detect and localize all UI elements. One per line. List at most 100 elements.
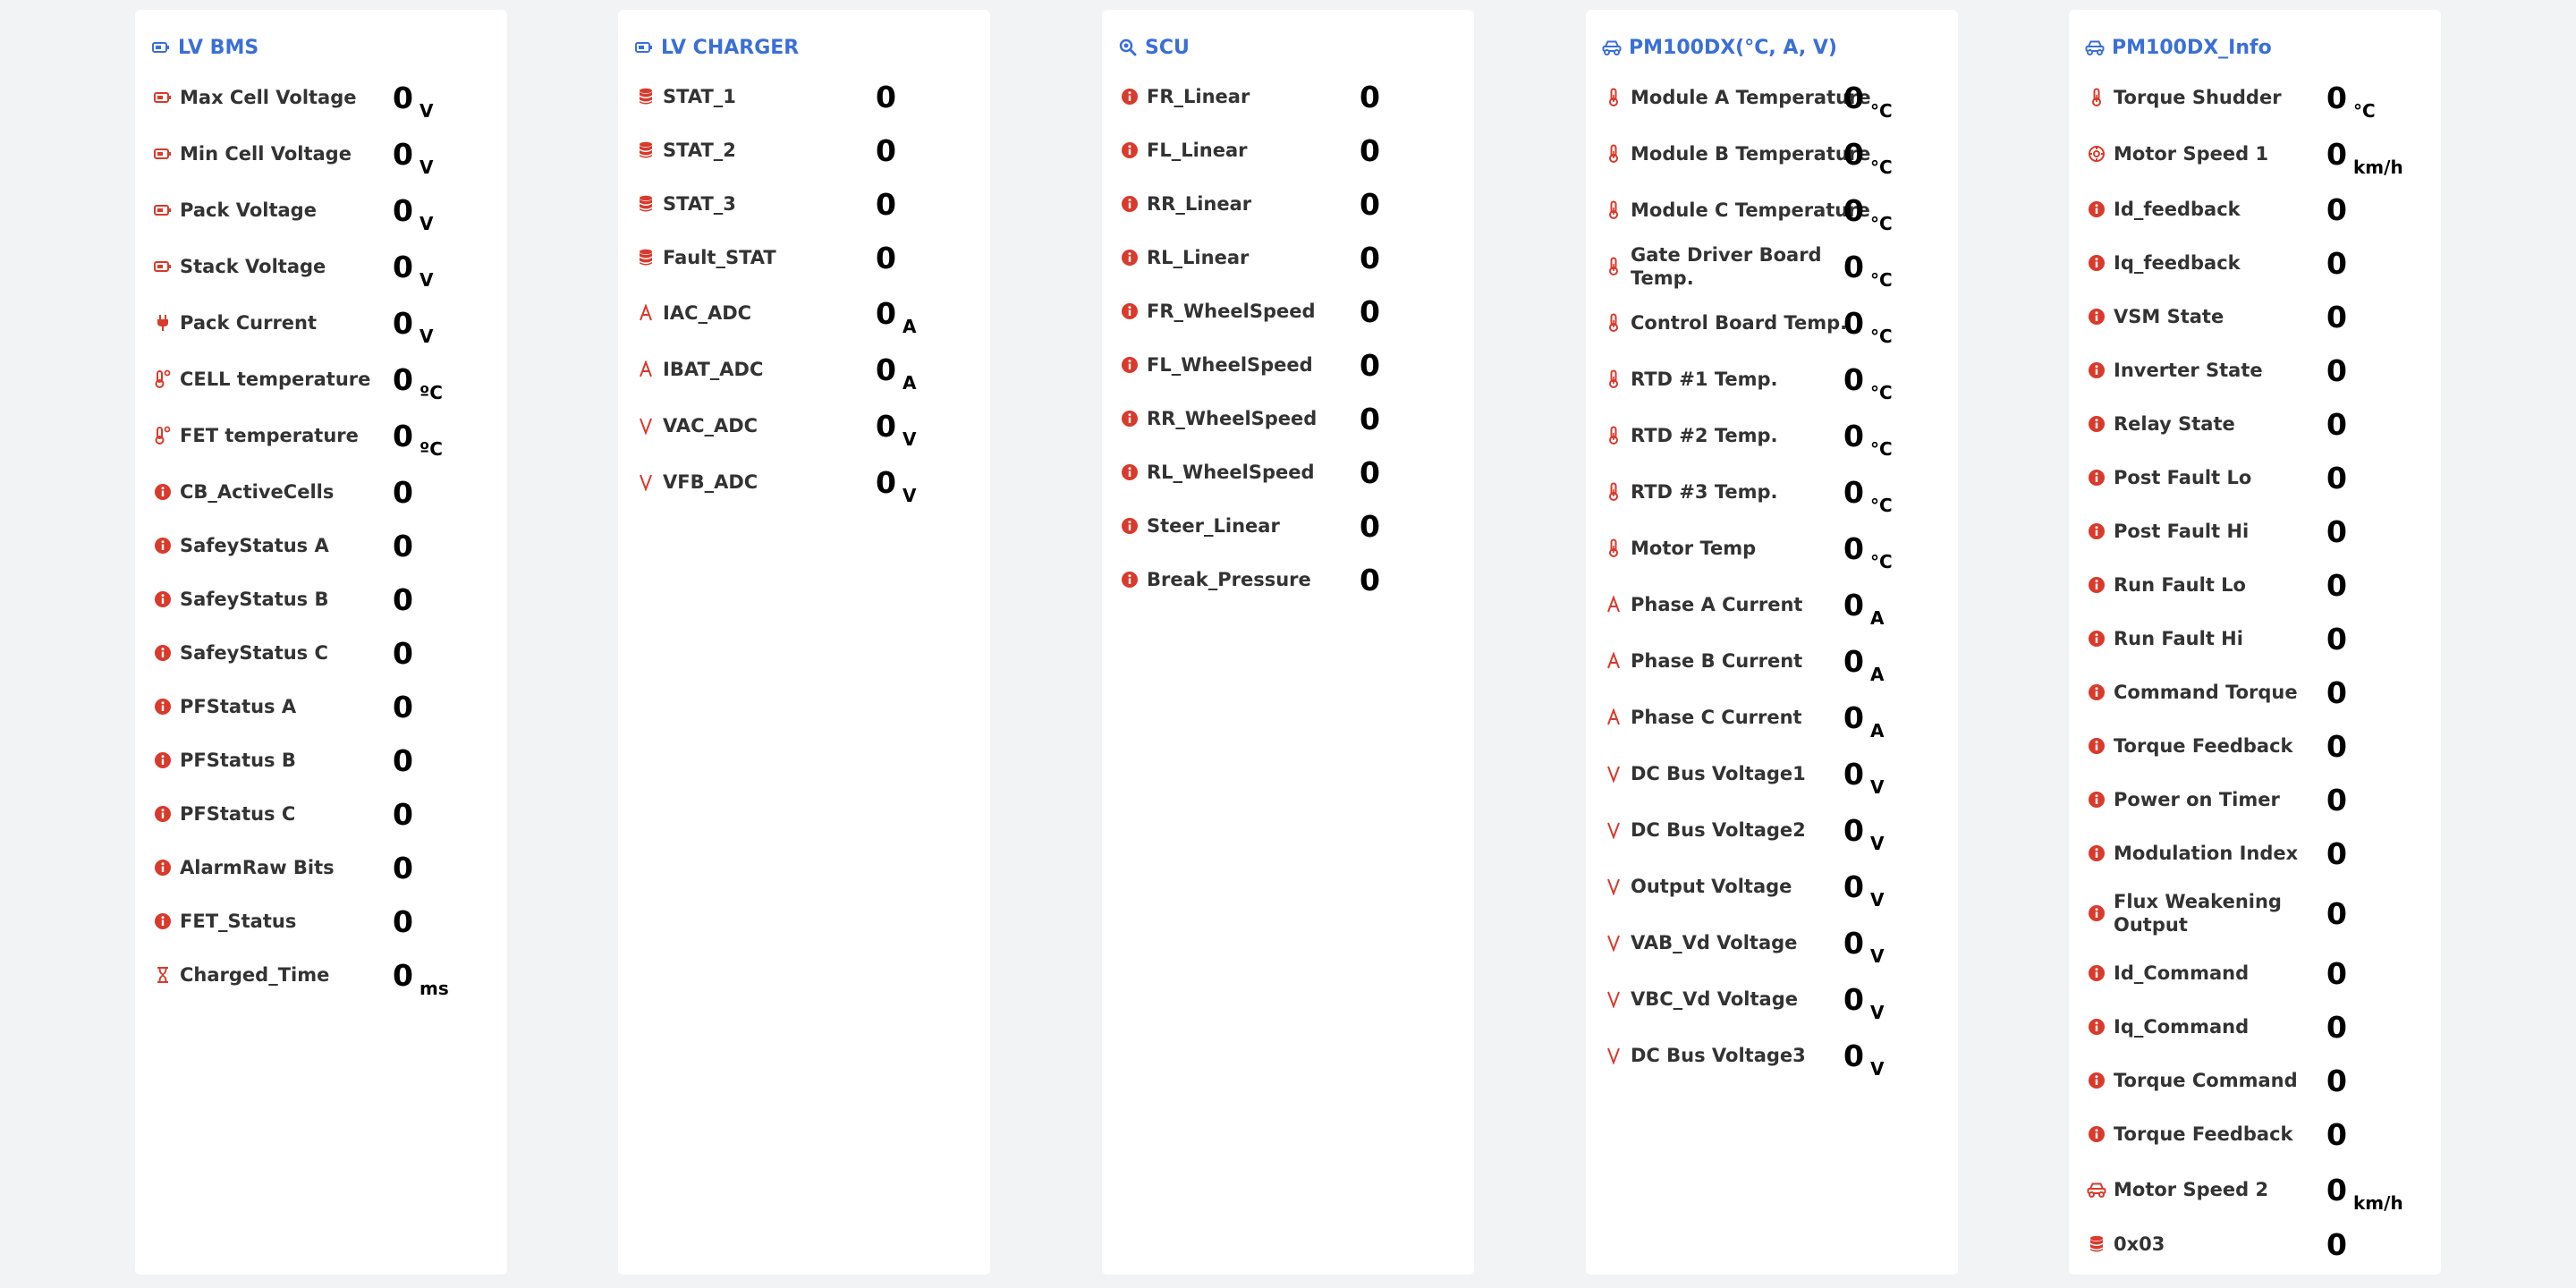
metric-row: SafeyStatus A 0 bbox=[153, 525, 489, 566]
metric-label: RTD #1 Temp. bbox=[1631, 369, 1778, 390]
thermometer-icon bbox=[1604, 482, 1623, 502]
info-icon bbox=[2087, 1124, 2106, 1144]
metric-label: VSM State bbox=[2114, 306, 2224, 327]
metric-value: 0 bbox=[2326, 191, 2347, 227]
metric-value: 0 bbox=[1843, 80, 1864, 115]
metric-row: Control Board Temp. 0 °C bbox=[1604, 302, 1940, 347]
metric-value: 0 bbox=[1843, 305, 1864, 341]
database-icon bbox=[2087, 1234, 2106, 1254]
metric-value: 0 bbox=[1843, 699, 1864, 735]
metric-label: SafeyStatus A bbox=[180, 535, 329, 556]
metric-row: RTD #1 Temp. 0 °C bbox=[1604, 359, 1940, 403]
info-icon bbox=[1120, 516, 1140, 536]
metric-value: 0 bbox=[2326, 1172, 2347, 1208]
metric-label: Phase C Current bbox=[1631, 707, 1802, 728]
metric-row: FL_WheelSpeed 0 bbox=[1120, 344, 1456, 386]
metric-label: RL_Linear bbox=[1147, 247, 1250, 268]
metric-unit: V bbox=[1870, 945, 1885, 967]
metric-value: 0 bbox=[1843, 136, 1864, 172]
metric-value: 0 bbox=[1843, 249, 1864, 284]
panel-title: PM100DX(°C, A, V) bbox=[1602, 27, 1837, 68]
info-icon bbox=[153, 589, 173, 609]
metric-row: Gate Driver Board Temp. 0 °C bbox=[1604, 244, 1940, 291]
metric-label: Modulation Index bbox=[2114, 843, 2299, 864]
metric-value: 0 bbox=[2326, 895, 2347, 931]
metric-label: VAB_Vd Voltage bbox=[1631, 932, 1798, 953]
metric-row: Torque Shudder 0 °C bbox=[2087, 77, 2423, 122]
metric-label: PFStatus B bbox=[180, 750, 296, 771]
metric-label: Break_Pressure bbox=[1147, 569, 1311, 590]
metric-unit: V bbox=[419, 157, 434, 178]
metric-unit: A bbox=[902, 316, 917, 337]
metric-value: 0 bbox=[1360, 401, 1380, 436]
metric-value: 0 bbox=[1360, 562, 1380, 597]
metric-row: Fault_STAT 0 bbox=[636, 237, 972, 278]
metric-label: Gate Driver Board Temp. bbox=[1631, 244, 1822, 289]
metric-unit: °C bbox=[1870, 326, 1893, 347]
metric-row: Command Torque 0 bbox=[2087, 672, 2423, 713]
metric-row: Phase C Current 0 A bbox=[1604, 697, 1940, 741]
metric-row: Relay State 0 bbox=[2087, 403, 2423, 445]
panel-scu: SCU FR_Linear 0 FL_Linear 0 RR_Linear 0 RL_Line… bbox=[1102, 10, 1474, 1275]
metric-unit: V bbox=[902, 485, 917, 506]
metric-value: 0 bbox=[876, 186, 896, 222]
metric-unit: °C bbox=[2353, 100, 2376, 122]
volt-icon bbox=[1604, 933, 1623, 953]
metric-row: FET temperature 0 ºC bbox=[153, 415, 489, 460]
info-icon bbox=[2087, 360, 2106, 380]
metric-row: AlarmRaw Bits 0 bbox=[153, 847, 489, 888]
metric-label: VAC_ADC bbox=[663, 415, 758, 436]
battery-icon bbox=[153, 144, 173, 164]
metric-label: FL_WheelSpeed bbox=[1147, 354, 1313, 376]
thermometer-degree-icon bbox=[153, 426, 173, 445]
metric-row: FR_Linear 0 bbox=[1120, 76, 1456, 117]
metric-value: 0 bbox=[393, 361, 413, 397]
metric-value: 0 bbox=[393, 796, 413, 832]
metric-row: Min Cell Voltage 0 V bbox=[153, 133, 489, 178]
metric-value: 0 bbox=[2326, 136, 2347, 172]
metric-row: Id_Command 0 bbox=[2087, 953, 2423, 994]
metric-row: Phase A Current 0 A bbox=[1604, 584, 1940, 629]
metric-value: 0 bbox=[2326, 1063, 2347, 1098]
metric-label: Flux Weakening Output bbox=[2114, 891, 2282, 936]
metric-row: VFB_ADC 0 V bbox=[636, 462, 972, 506]
info-icon bbox=[1120, 355, 1140, 375]
metric-value: 0 bbox=[1360, 293, 1380, 329]
panel-lv-bms: LV BMS Max Cell Voltage 0 V Min Cell Voltage… bbox=[135, 10, 507, 1275]
metric-value: 0 bbox=[393, 742, 413, 778]
metric-row: Output Voltage 0 V bbox=[1604, 866, 1940, 911]
metric-label: Steer_Linear bbox=[1147, 515, 1280, 537]
metric-row: Steer_Linear 0 bbox=[1120, 505, 1456, 547]
metric-value: 0 bbox=[2326, 728, 2347, 764]
metric-label: FR_Linear bbox=[1147, 86, 1250, 107]
metric-value: 0 bbox=[1360, 186, 1380, 222]
metric-label: Control Board Temp. bbox=[1631, 312, 1848, 334]
car-icon bbox=[2087, 1180, 2106, 1199]
metric-unit: °C bbox=[1870, 551, 1893, 572]
metric-label: Post Fault Lo bbox=[2114, 467, 2252, 488]
info-icon bbox=[2087, 307, 2106, 326]
metric-row: STAT_3 0 bbox=[636, 183, 972, 225]
metric-label: Relay State bbox=[2114, 413, 2235, 435]
panel-title-text: SCU bbox=[1145, 36, 1190, 59]
volt-icon bbox=[1604, 1046, 1623, 1065]
thermometer-icon bbox=[1604, 257, 1623, 276]
metric-label: Min Cell Voltage bbox=[180, 143, 352, 165]
metric-value: 0 bbox=[393, 850, 413, 886]
metric-label: Module A Temperature bbox=[1631, 87, 1871, 108]
metric-value: 0 bbox=[2326, 955, 2347, 991]
thermometer-icon bbox=[1604, 538, 1623, 558]
metric-label: STAT_2 bbox=[663, 140, 736, 161]
panel-title: SCU bbox=[1118, 27, 1190, 68]
metric-label: Module C Temperature bbox=[1631, 199, 1870, 221]
metric-value: 0 bbox=[393, 957, 413, 993]
info-icon bbox=[2087, 521, 2106, 541]
volt-icon bbox=[636, 416, 656, 436]
ampere-icon bbox=[1604, 595, 1623, 614]
metric-value: 0 bbox=[1360, 347, 1380, 383]
metric-value: 0 bbox=[876, 464, 896, 500]
metric-row: IBAT_ADC 0 A bbox=[636, 349, 972, 394]
metric-label: SafeyStatus B bbox=[180, 589, 329, 610]
metric-row: RL_Linear 0 bbox=[1120, 237, 1456, 278]
metric-row: VSM State 0 bbox=[2087, 296, 2423, 337]
